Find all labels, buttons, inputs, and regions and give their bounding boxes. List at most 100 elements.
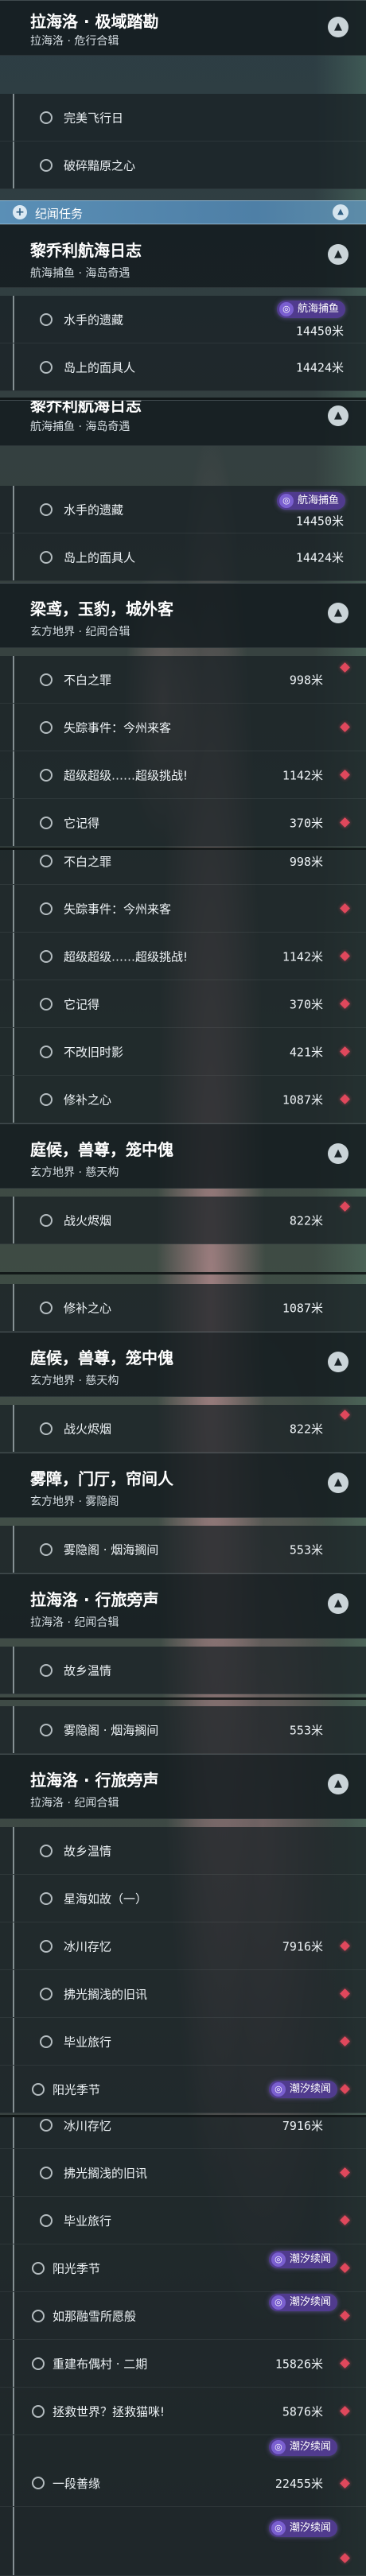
- timeline-line: [13, 1405, 14, 1452]
- group-header[interactable]: 拉海洛 · 极域踏勘 拉海洛 · 危行合辑 ▲: [0, 0, 366, 56]
- quest-row[interactable]: 故乡温情: [0, 1647, 366, 1694]
- circle-icon: [40, 360, 53, 374]
- chevron-up-icon[interactable]: ▲: [328, 1143, 348, 1164]
- tide-icon: ◎: [278, 302, 294, 316]
- quest-row[interactable]: 它记得 370米: [0, 799, 366, 847]
- quest-row[interactable]: 阳光季节 ◎ 潮汐续闻: [0, 2244, 366, 2292]
- quest-row[interactable]: 战火烬烟 822米: [0, 1405, 366, 1453]
- quest-row[interactable]: 故乡温情: [0, 1827, 366, 1875]
- group-header[interactable]: 庭候，兽尊，笼中傀 玄方地界 · 慈天构 ▲: [0, 1123, 366, 1189]
- timeline-line: [13, 850, 14, 884]
- quest-row[interactable]: 破碎黯原之心: [0, 142, 366, 189]
- timeline-line: [13, 1875, 14, 1922]
- circle-icon: [40, 1844, 53, 1857]
- quest-row[interactable]: ◎ 潮汐续闻 一段善缘 22455米: [0, 2435, 366, 2507]
- quest-row[interactable]: 阳光季节 ◎ 潮汐续闻: [0, 2066, 366, 2113]
- quest-row[interactable]: 完美飞行日: [0, 94, 366, 142]
- tide-badge: ◎ 潮汐续闻: [268, 2520, 337, 2537]
- red-diamond-icon: [340, 950, 350, 961]
- quest-row[interactable]: 水手的遗藏 ◎ 航海捕鱼 14450米: [0, 486, 366, 533]
- group-header[interactable]: 梁鸢，玉豹，城外客 玄方地界 · 纪闻合辑 ▲: [0, 583, 366, 648]
- group-title: 梁鸢，玉豹，城外客: [30, 599, 173, 619]
- chevron-up-icon[interactable]: ▲: [328, 1472, 348, 1493]
- timeline-line: [13, 1706, 14, 1753]
- circle-icon: [40, 2035, 53, 2048]
- group-subtitle: 航海捕鱼 · 海岛奇遇: [30, 421, 130, 433]
- chevron-up-icon[interactable]: ▲: [328, 405, 348, 426]
- quest-distance: 370米: [289, 816, 323, 830]
- timeline-line: [13, 2435, 14, 2506]
- quest-row[interactable]: 修补之心 1087米: [0, 1076, 366, 1123]
- quest-row[interactable]: 重建布偶村 · 二期 15826米: [0, 2340, 366, 2388]
- quest-row[interactable]: 毕业旅行: [0, 2197, 366, 2244]
- quest-row[interactable]: 冰川存忆 7916米: [0, 1922, 366, 1970]
- group-title: 拉海洛 · 行旅旁声: [30, 1590, 159, 1609]
- quest-name: 它记得: [64, 997, 100, 1011]
- quest-distance: 370米: [289, 997, 323, 1011]
- timeline-line: [13, 885, 14, 932]
- group-header[interactable]: 黎乔利航海日志 航海捕鱼 · 海岛奇遇 ▲: [0, 400, 366, 446]
- red-diamond-icon: [340, 1046, 350, 1057]
- timeline-line: [13, 1076, 14, 1123]
- chevron-up-icon[interactable]: ▲: [333, 204, 348, 220]
- circle-icon: [40, 816, 53, 829]
- quest-row[interactable]: 它记得 370米: [0, 980, 366, 1028]
- quest-name: 修补之心: [64, 1092, 112, 1107]
- red-diamond-icon: [340, 662, 350, 673]
- chevron-up-icon[interactable]: ▲: [328, 1593, 348, 1614]
- timeline-line: [13, 486, 14, 533]
- quest-row[interactable]: 拂光搁浅的旧讯: [0, 1970, 366, 2018]
- quest-row[interactable]: 失踪事件：今州来客: [0, 885, 366, 933]
- quest-row[interactable]: 不白之罪 998米: [0, 656, 366, 704]
- quest-row[interactable]: 失踪事件：今州来客: [0, 704, 366, 751]
- quest-row[interactable]: 岛上的面具人 14424米: [0, 533, 366, 581]
- quest-row[interactable]: 不改旧时影 421米: [0, 1028, 366, 1076]
- timeline-line: [13, 343, 14, 390]
- quest-row[interactable]: ◎ 潮汐续闻: [0, 2507, 366, 2576]
- chevron-up-icon[interactable]: ▲: [328, 603, 348, 623]
- quest-row[interactable]: 修补之心 1087米: [0, 1284, 366, 1332]
- group-header[interactable]: 拉海洛 · 行旅旁声 拉海洛 · 纪闻合辑 ▲: [0, 1754, 366, 1819]
- timeline-line: [13, 2507, 14, 2575]
- chevron-up-icon[interactable]: ▲: [328, 1352, 348, 1372]
- quest-row[interactable]: 毕业旅行: [0, 2018, 366, 2066]
- chevron-up-icon[interactable]: ▲: [328, 1774, 348, 1794]
- quest-distance: 998米: [289, 673, 323, 687]
- group-header[interactable]: 黎乔利航海日志 航海捕鱼 · 海岛奇遇 ▲: [0, 224, 366, 288]
- group-title: 庭候，兽尊，笼中傀: [30, 1140, 173, 1159]
- quest-row[interactable]: 雾隐阁 · 烟海搁间 553米: [0, 1526, 366, 1573]
- chevron-up-icon[interactable]: ▲: [328, 244, 348, 265]
- scroll-seam: [0, 1272, 366, 1274]
- quest-distance: 14424米: [295, 550, 344, 564]
- quest-row[interactable]: 岛上的面具人 14424米: [0, 343, 366, 391]
- section-header-lore-quests[interactable]: + 纪闻任务 ▲: [0, 200, 366, 224]
- quest-row[interactable]: 超级超级……超级挑战! 1142米: [0, 751, 366, 799]
- timeline-line: [13, 142, 14, 188]
- red-diamond-icon: [340, 769, 350, 780]
- group-title: 庭候，兽尊，笼中傀: [30, 1348, 173, 1368]
- quest-row[interactable]: 拂光搁浅的旧讯: [0, 2149, 366, 2197]
- circle-icon: [40, 2213, 53, 2227]
- quest-row[interactable]: 战火烬烟 822米: [0, 1197, 366, 1244]
- chevron-up-icon[interactable]: ▲: [328, 17, 348, 37]
- timeline-line: [13, 2388, 14, 2434]
- quest-name: 星海如故（一）: [64, 1891, 148, 1906]
- group-header[interactable]: 雾障，门厅，帘间人 玄方地界 · 雾隐阁 ▲: [0, 1453, 366, 1518]
- quest-row[interactable]: 如那融雪所愿般 ◎ 潮汐续闻: [0, 2292, 366, 2340]
- quest-name: 超级超级……超级挑战!: [64, 949, 189, 964]
- group-header[interactable]: 庭候，兽尊，笼中傀 玄方地界 · 慈天构 ▲: [0, 1332, 366, 1397]
- quest-distance: 7916米: [282, 2119, 323, 2133]
- circle-icon: [40, 1987, 53, 2000]
- tide-badge: ◎ 潮汐续闻: [268, 2438, 337, 2456]
- quest-row[interactable]: 超级超级……超级挑战! 1142米: [0, 933, 366, 980]
- quest-row[interactable]: 星海如故（一）: [0, 1875, 366, 1922]
- quest-row[interactable]: 拯救世界？拯救猫咪! 5876米: [0, 2388, 366, 2435]
- quest-distance: 1142米: [282, 949, 323, 964]
- quest-row[interactable]: 不白之罪 998米: [0, 850, 366, 885]
- tide-icon: ◎: [278, 494, 294, 508]
- quest-name: 水手的遗藏: [64, 502, 124, 517]
- quest-row[interactable]: 雾隐阁 · 烟海搁间 553米: [0, 1706, 366, 1754]
- group-header[interactable]: 拉海洛 · 行旅旁声 拉海洛 · 纪闻合辑 ▲: [0, 1573, 366, 1639]
- quest-row[interactable]: 水手的遗藏 ◎ 航海捕鱼 14450米: [0, 296, 366, 343]
- quest-row[interactable]: 冰川存忆 7916米: [0, 2117, 366, 2149]
